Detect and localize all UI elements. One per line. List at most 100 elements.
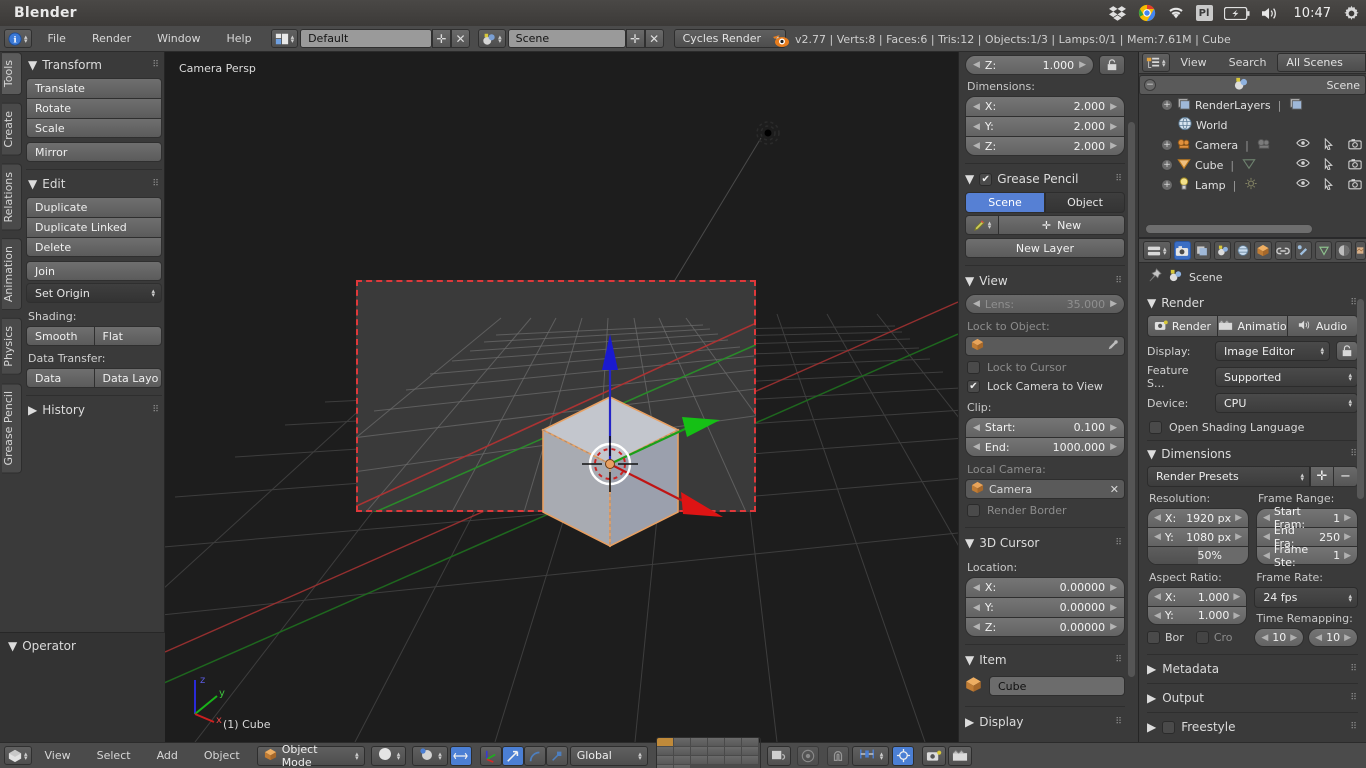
- render-animation-button[interactable]: Animatio: [1217, 315, 1288, 337]
- osl-row[interactable]: Open Shading Language: [1147, 416, 1358, 440]
- renderlayers-data-icon[interactable]: [1288, 96, 1304, 114]
- sidebar-tab-tools[interactable]: Tools: [2, 52, 22, 96]
- set-origin-dropdown[interactable]: Set Origin ▴ ▾: [26, 283, 162, 303]
- editor-type-properties-button[interactable]: ▴ ▾: [1143, 241, 1171, 260]
- sidebar-tab-relations[interactable]: Relations: [2, 163, 22, 231]
- resolution-x-field[interactable]: ◀ X: 1920 px ▶: [1147, 508, 1249, 527]
- aspect-x-field[interactable]: ◀ X: 1.000 ▶: [1147, 587, 1248, 606]
- menu-render[interactable]: Render: [79, 29, 144, 49]
- eye-icon[interactable]: [1296, 158, 1310, 173]
- shade-smooth-button[interactable]: Smooth: [26, 326, 94, 346]
- local-camera-field[interactable]: Camera ✕: [965, 479, 1125, 499]
- manipulator-translate-button[interactable]: [501, 745, 524, 766]
- dimension-y-field[interactable]: ◀ Y: 2.000 ▶: [965, 116, 1125, 136]
- render-border-checkbox[interactable]: [967, 504, 980, 517]
- layer-cell[interactable]: [707, 746, 725, 756]
- gear-icon[interactable]: [1342, 4, 1360, 22]
- render-border-row[interactable]: Render Border: [965, 501, 1125, 520]
- render-camera-icon[interactable]: [1348, 158, 1362, 173]
- render-presets-select[interactable]: Render Presets ▴ ▾: [1147, 466, 1310, 487]
- layer-cell[interactable]: [724, 737, 742, 747]
- menu-help[interactable]: Help: [213, 29, 264, 49]
- join-button[interactable]: Join: [26, 261, 162, 281]
- collapse-icon[interactable]: −: [1144, 79, 1156, 91]
- cursor-arrow-icon[interactable]: [1324, 177, 1334, 193]
- properties-tab-object[interactable]: [1254, 241, 1272, 260]
- interaction-mode-select[interactable]: Object Mode ▴ ▾: [256, 743, 365, 768]
- editor-type-view3d-button[interactable]: ▴ ▾: [4, 746, 32, 765]
- panel-header-display[interactable]: ▶ Display ⠿: [965, 708, 1125, 735]
- layer-cell[interactable]: [656, 764, 674, 768]
- arrow-right-icon[interactable]: ▶: [1344, 551, 1351, 561]
- arrow-right-icon[interactable]: ▶: [1233, 592, 1240, 602]
- panel-header-3d-cursor[interactable]: ▼ 3D Cursor ⠿: [965, 529, 1125, 556]
- grease-pencil-checkbox[interactable]: ✔: [979, 172, 993, 186]
- panel-header-edit[interactable]: ▼ Edit ⠿: [26, 171, 162, 197]
- layer-cell[interactable]: [707, 755, 725, 765]
- properties-tab-world[interactable]: [1234, 241, 1252, 260]
- arrow-left-icon[interactable]: ◀: [973, 603, 980, 613]
- arrow-right-icon[interactable]: ▶: [1235, 513, 1242, 523]
- lock-camera-to-view-row[interactable]: ✔ Lock Camera to View: [965, 377, 1125, 396]
- delete-button[interactable]: Delete: [26, 237, 162, 257]
- close-icon[interactable]: ✕: [1110, 483, 1119, 496]
- panel-header-render[interactable]: ▼ Render ⠿: [1147, 290, 1358, 315]
- outliner-row-renderlayers[interactable]: + RenderLayers |: [1139, 95, 1366, 115]
- cube-object[interactable]: [465, 312, 745, 572]
- display-select[interactable]: Image Editor ▴ ▾: [1215, 341, 1330, 361]
- layer-cell[interactable]: [741, 746, 759, 756]
- delete-scene-button[interactable]: ✕: [644, 29, 664, 48]
- lock-to-cursor-row[interactable]: Lock to Cursor: [965, 358, 1125, 377]
- border-checkbox[interactable]: [1147, 631, 1160, 644]
- viewport-shading-select[interactable]: ▴ ▾: [370, 745, 407, 766]
- eyedropper-icon[interactable]: [1107, 339, 1119, 354]
- properties-tab-data[interactable]: [1315, 241, 1333, 260]
- clip-start-field[interactable]: ◀ Start: 0.100 ▶: [965, 417, 1125, 437]
- camera-data-icon[interactable]: [1256, 136, 1272, 154]
- remove-preset-button[interactable]: −: [1334, 466, 1358, 487]
- properties-tab-render-layers[interactable]: [1193, 241, 1211, 260]
- gp-mode-object[interactable]: Object: [1045, 192, 1125, 213]
- snap-during-transform-toggle[interactable]: [449, 745, 472, 766]
- volume-icon[interactable]: [1261, 4, 1283, 22]
- arrow-left-icon[interactable]: ◀: [973, 102, 980, 112]
- eye-icon[interactable]: [1296, 138, 1310, 153]
- proportional-editing-button[interactable]: [796, 745, 819, 766]
- arrow-left-icon[interactable]: ◀: [1263, 513, 1270, 523]
- viewport-menu-add[interactable]: Add: [144, 749, 191, 762]
- dimension-z-field[interactable]: ◀ Z: 2.000 ▶: [965, 136, 1125, 156]
- arrow-right-icon[interactable]: ▶: [1110, 583, 1117, 593]
- expand-icon[interactable]: +: [1161, 159, 1173, 171]
- manipulator-rotate-button[interactable]: [523, 745, 546, 766]
- dimension-x-field[interactable]: ◀ X: 2.000 ▶: [965, 96, 1125, 116]
- opengl-render-animation-button[interactable]: [948, 745, 973, 766]
- layer-cell[interactable]: [690, 755, 708, 765]
- properties-tab-render[interactable]: [1173, 241, 1191, 260]
- viewport-menu-object[interactable]: Object: [191, 749, 253, 762]
- lock-to-cursor-checkbox[interactable]: [967, 361, 980, 374]
- panel-header-history[interactable]: ▶ History ⠿: [26, 397, 162, 423]
- render-image-button[interactable]: Render: [1147, 315, 1217, 337]
- render-audio-button[interactable]: Audio: [1288, 315, 1358, 337]
- viewport-menu-select[interactable]: Select: [84, 749, 144, 762]
- screen-layout-icon-button[interactable]: ▴ ▾: [270, 29, 299, 48]
- arrow-right-icon[interactable]: ▶: [1235, 532, 1242, 542]
- device-select[interactable]: CPU ▴ ▾: [1215, 393, 1358, 413]
- arrow-left-icon[interactable]: ◀: [1263, 551, 1270, 561]
- menu-window[interactable]: Window: [144, 29, 213, 49]
- snap-target-button[interactable]: [892, 745, 915, 766]
- cursor-arrow-icon[interactable]: [1324, 157, 1334, 173]
- panel-header-output[interactable]: ▶ Output ⠿: [1147, 683, 1358, 712]
- layer-cell[interactable]: [707, 737, 725, 747]
- time-remap-old-field[interactable]: ◀ 10 ▶: [1254, 628, 1305, 647]
- eye-icon[interactable]: [1296, 178, 1310, 193]
- arrow-left-icon[interactable]: ◀: [1263, 532, 1270, 542]
- cursor-x-field[interactable]: ◀ X: 0.00000 ▶: [965, 577, 1125, 597]
- frame-step-field[interactable]: ◀ Frame Ste: 1 ▶: [1256, 543, 1358, 569]
- data-button[interactable]: Data: [26, 368, 94, 388]
- transform-z-field[interactable]: ◀ Z: 1.000 ▶: [965, 55, 1094, 75]
- panel-header-grease-pencil[interactable]: ▼ ✔ Grease Pencil ⠿: [965, 165, 1125, 192]
- render-camera-icon[interactable]: [1348, 178, 1362, 193]
- layer-cell[interactable]: [656, 737, 674, 747]
- arrow-right-icon[interactable]: ▶: [1344, 513, 1351, 523]
